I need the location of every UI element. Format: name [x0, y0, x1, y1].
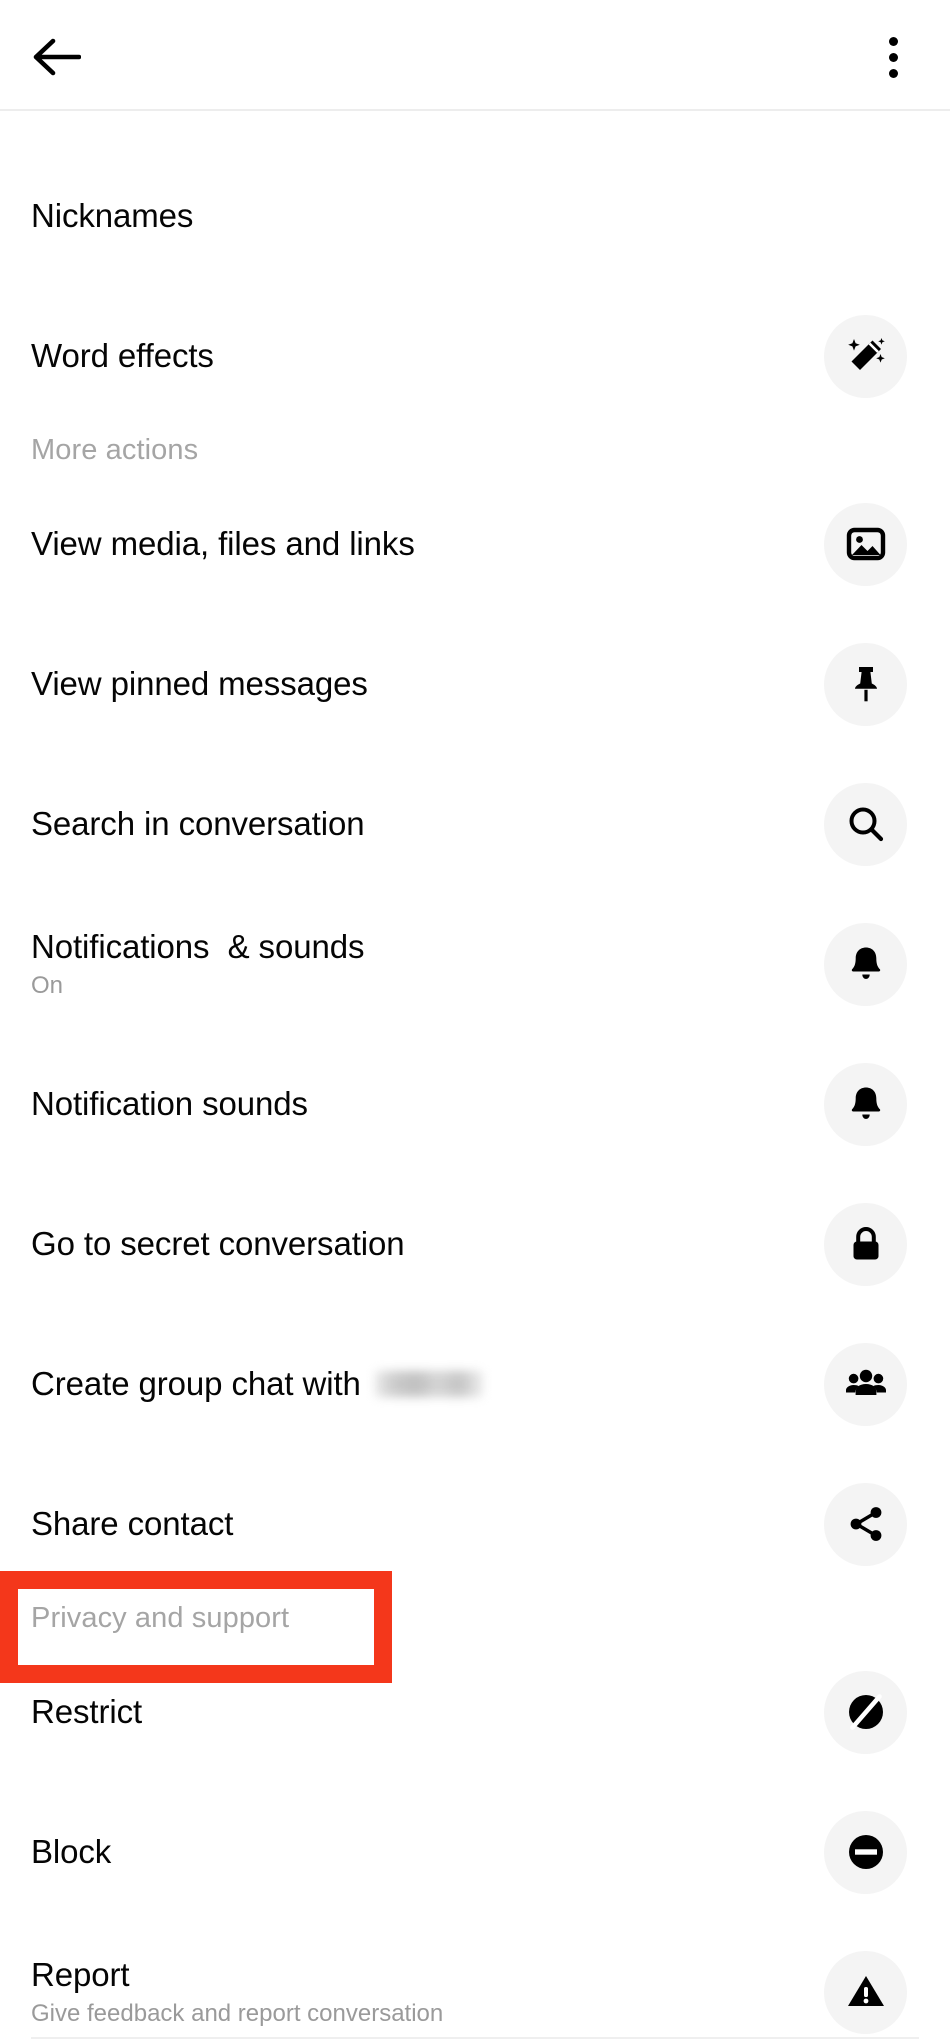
block-icon — [824, 1810, 907, 1894]
redacted-contact-name — [374, 1371, 483, 1397]
back-arrow-icon — [33, 37, 81, 77]
list-item-label: View media, files and links — [31, 525, 415, 562]
list-item-text: Notification sounds — [31, 1084, 308, 1124]
more-vertical-icon — [888, 36, 898, 46]
pin-icon — [824, 642, 907, 726]
magic-wand-icon — [824, 314, 907, 398]
list-item-description: Give feedback and report conversation — [31, 1999, 444, 2027]
app-bar — [0, 0, 950, 111]
bell-icon — [824, 922, 907, 1006]
list-item-label: Create group chat with — [31, 1365, 361, 1402]
section-header-privacy-and-support: Privacy and support — [31, 1601, 290, 1634]
list-item-text: Nicknames — [31, 196, 193, 236]
lock-icon — [824, 1202, 907, 1286]
list-item-text: Block — [31, 1832, 111, 1872]
list-item-view-pinned[interactable]: View pinned messages — [0, 637, 950, 731]
people-group-icon — [824, 1342, 907, 1426]
list-item-label: Report — [31, 1955, 130, 1993]
bell-icon — [824, 1062, 907, 1146]
restrict-icon — [824, 1670, 907, 1754]
search-icon — [824, 782, 907, 866]
section-header-more-actions: More actions — [31, 433, 199, 466]
list-item-block[interactable]: Block — [0, 1805, 950, 1899]
list-item-label: View pinned messages — [31, 665, 368, 702]
list-item-text: Search in conversation — [31, 804, 365, 844]
list-item-label-wrap: Create group chat with — [31, 1364, 483, 1404]
list-item-label: Share contact — [31, 1505, 234, 1542]
back-button[interactable] — [26, 26, 88, 88]
overflow-menu-button[interactable] — [862, 26, 924, 88]
list-item-report[interactable]: Report Give feedback and report conversa… — [0, 1945, 950, 2039]
privacy-and-support-section: Privacy and support — [0, 1571, 950, 1683]
list-item-label: Restrict — [31, 1693, 143, 1730]
list-item-label: Block — [31, 1833, 112, 1870]
list-item-label: Notifications & sounds — [31, 927, 365, 965]
list-item-secret-conversation[interactable]: Go to secret conversation — [0, 1197, 950, 1291]
list-item-label: Go to secret conversation — [31, 1225, 405, 1262]
list-item-share-contact[interactable]: Share contact — [0, 1477, 950, 1571]
list-item-text: Create group chat with — [31, 1364, 483, 1404]
list-item-text: Notifications & sounds On — [31, 927, 364, 1002]
list-item-word-effects[interactable]: Word effects — [0, 309, 950, 403]
list-item-text: Share contact — [31, 1504, 233, 1544]
list-item-text: Report Give feedback and report conversa… — [31, 1955, 443, 2030]
list-item-status: On — [31, 971, 64, 999]
list-item-view-media[interactable]: View media, files and links — [0, 497, 950, 591]
list-item-text: Restrict — [31, 1692, 142, 1732]
list-item-label: Word effects — [31, 337, 214, 374]
more-vertical-icon — [888, 68, 898, 78]
list-item-search-conversation[interactable]: Search in conversation — [0, 777, 950, 871]
share-icon — [824, 1482, 907, 1566]
list-item-restrict[interactable]: Restrict — [0, 1665, 950, 1759]
list-item-notification-sounds[interactable]: Notification sounds — [0, 1057, 950, 1151]
list-item-label: Nicknames — [31, 197, 194, 234]
list-item-create-group-chat[interactable]: Create group chat with — [0, 1337, 950, 1431]
more-vertical-icon — [888, 52, 898, 62]
list-item-label: Search in conversation — [31, 805, 365, 842]
warning-icon — [824, 1950, 907, 2034]
list-item-label: Notification sounds — [31, 1085, 308, 1122]
list-item-text: Go to secret conversation — [31, 1224, 405, 1264]
list-item-text: View media, files and links — [31, 524, 415, 564]
list-item-nicknames[interactable]: Nicknames — [0, 169, 950, 263]
list-item-notifications-and-sounds[interactable]: Notifications & sounds On — [0, 917, 950, 1011]
settings-list: Nicknames Word effects More actions View… — [0, 111, 950, 2039]
image-icon — [824, 502, 907, 586]
list-item-text: Word effects — [31, 336, 214, 376]
list-item-text: View pinned messages — [31, 664, 368, 704]
